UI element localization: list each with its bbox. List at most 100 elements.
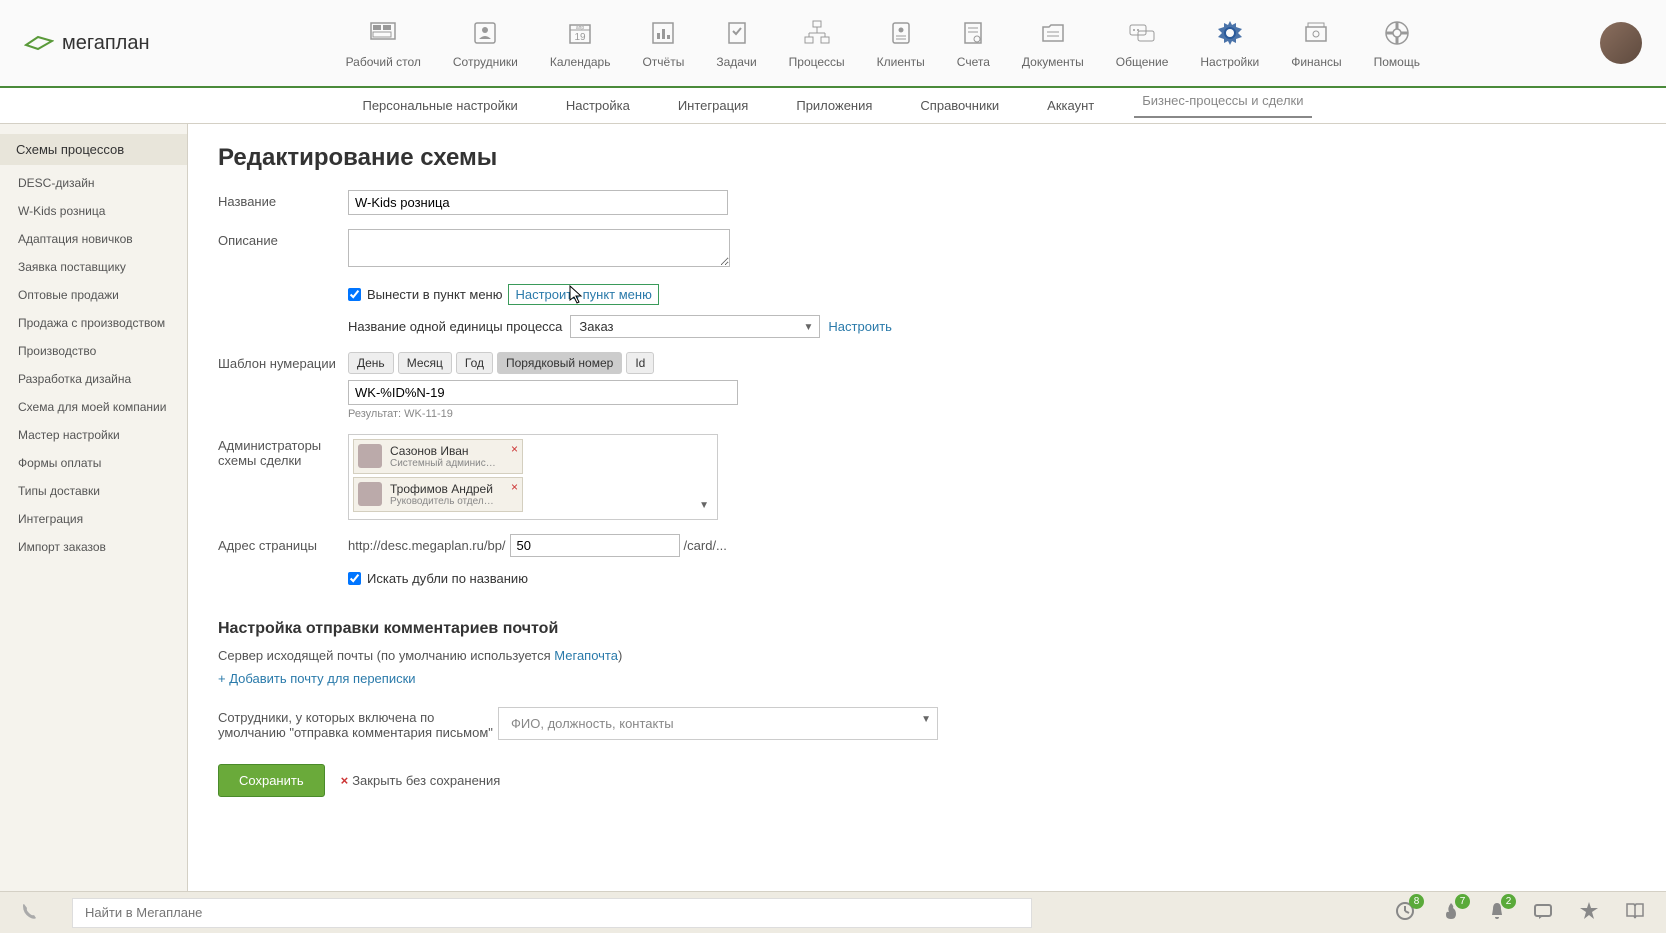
chip-month[interactable]: Месяц	[398, 352, 452, 374]
nav-help[interactable]: Помощь	[1358, 17, 1436, 69]
search-input[interactable]	[73, 899, 1031, 926]
menu-checkbox-label: Вынести в пункт меню	[367, 287, 502, 302]
sidebar-item-integration[interactable]: Интеграция	[0, 505, 187, 533]
remove-admin-icon[interactable]: ×	[511, 442, 518, 456]
nav-accounts[interactable]: Счета	[941, 17, 1006, 69]
clients-icon	[885, 17, 917, 49]
megamail-link[interactable]: Мегапочта	[554, 648, 618, 663]
user-avatar[interactable]	[1600, 22, 1642, 64]
subnav-account[interactable]: Аккаунт	[1039, 98, 1102, 113]
sidebar-item-payment[interactable]: Формы оплаты	[0, 449, 187, 477]
close-icon: ×	[341, 773, 349, 788]
sidebar-item-desc[interactable]: DESC-дизайн	[0, 169, 187, 197]
sidebar-item-company[interactable]: Схема для моей компании	[0, 393, 187, 421]
add-mail-link[interactable]: + Добавить почту для переписки	[218, 671, 1636, 686]
admin-name: Сазонов Иван	[390, 444, 498, 458]
nav-settings[interactable]: Настройки	[1184, 17, 1275, 69]
unit-select[interactable]: Заказ▼	[570, 315, 820, 338]
menu-config-link[interactable]: Настроить пункт меню	[508, 284, 658, 305]
topbar: мегаплан Рабочий стол Сотрудники 19апрКа…	[0, 0, 1666, 88]
numbering-input[interactable]	[348, 380, 738, 405]
desc-textarea[interactable]	[348, 229, 730, 267]
svg-text:19: 19	[575, 32, 587, 43]
finance-icon	[1300, 17, 1332, 49]
logo-text: мегаплан	[62, 32, 150, 55]
nav-documents[interactable]: Документы	[1006, 17, 1100, 69]
remove-admin-icon[interactable]: ×	[511, 480, 518, 494]
admins-box[interactable]: Сазонов Иван Системный администратор × Т…	[348, 434, 718, 520]
fire-icon[interactable]: 7	[1440, 900, 1462, 925]
numbering-result: Результат: WK-11-19	[348, 408, 988, 420]
subnav-setup[interactable]: Настройка	[558, 98, 638, 113]
url-prefix: http://desc.megaplan.ru/bp/	[348, 538, 506, 553]
admin-item: Трофимов Андрей Руководитель отдела пр..…	[353, 477, 523, 512]
desktop-icon	[367, 17, 399, 49]
subnav-bp-deals[interactable]: Бизнес-процессы и сделки	[1134, 93, 1311, 118]
sidebar-item-wizard[interactable]: Мастер настройки	[0, 421, 187, 449]
bottombar: 8 7 2	[0, 891, 1666, 933]
sidebar-item-wholesale[interactable]: Оптовые продажи	[0, 281, 187, 309]
nav-processes[interactable]: Процессы	[773, 17, 861, 69]
processes-icon	[801, 17, 833, 49]
avatar-icon	[358, 444, 382, 468]
book-icon[interactable]	[1624, 900, 1646, 925]
subnav-directories[interactable]: Справочники	[912, 98, 1007, 113]
chip-id[interactable]: Id	[626, 352, 654, 374]
employees-select[interactable]: ФИО, должность, контакты ▼	[498, 707, 938, 740]
logo[interactable]: мегаплан	[24, 32, 150, 55]
url-input[interactable]	[510, 534, 680, 557]
chip-year[interactable]: Год	[456, 352, 493, 374]
dupes-checkbox[interactable]	[348, 572, 361, 585]
bell-icon[interactable]: 2	[1486, 900, 1508, 925]
sidebar-item-supplier[interactable]: Заявка поставщику	[0, 253, 187, 281]
mail-section-title: Настройка отправки комментариев почтой	[218, 620, 1636, 638]
nav-finance[interactable]: Финансы	[1275, 17, 1357, 69]
sidebar-item-wkids[interactable]: W-Kids розница	[0, 197, 187, 225]
calendar-icon: 19апр	[564, 17, 596, 49]
chevron-down-icon: ▼	[804, 322, 814, 333]
badge: 8	[1409, 894, 1424, 909]
phone-icon[interactable]	[20, 901, 40, 924]
employees-icon	[469, 17, 501, 49]
sidebar-item-delivery[interactable]: Типы доставки	[0, 477, 187, 505]
message-icon[interactable]	[1532, 900, 1554, 925]
nav-calendar[interactable]: 19апрКалендарь	[534, 17, 627, 69]
badge: 7	[1455, 894, 1470, 909]
sidebar-item-design[interactable]: Разработка дизайна	[0, 365, 187, 393]
mail-server-text: Сервер исходящей почты (по умолчанию исп…	[218, 648, 1636, 663]
badge: 2	[1501, 894, 1516, 909]
cancel-button[interactable]: × Закрыть без сохранения	[341, 773, 501, 788]
subnav-apps[interactable]: Приложения	[788, 98, 880, 113]
chip-seq[interactable]: Порядковый номер	[497, 352, 622, 374]
sidebar-item-import[interactable]: Импорт заказов	[0, 533, 187, 561]
numbering-label: Шаблон нумерации	[218, 352, 348, 371]
star-icon[interactable]	[1578, 900, 1600, 925]
clock-icon[interactable]: 8	[1394, 900, 1416, 925]
name-label: Название	[218, 190, 348, 209]
logo-icon	[24, 33, 54, 53]
employees-label: Сотрудники, у которых включена по умолча…	[218, 706, 498, 740]
menu-checkbox[interactable]	[348, 288, 361, 301]
nav-reports[interactable]: Отчёты	[626, 17, 700, 69]
nav-employees[interactable]: Сотрудники	[437, 17, 534, 69]
save-button[interactable]: Сохранить	[218, 764, 325, 797]
sidebar-item-prodsale[interactable]: Продажа с производством	[0, 309, 187, 337]
nav-desktop[interactable]: Рабочий стол	[330, 17, 437, 69]
sidebar-item-production[interactable]: Производство	[0, 337, 187, 365]
main-content: Редактирование схемы Название Описание В…	[188, 124, 1666, 891]
subnav-integration[interactable]: Интеграция	[670, 98, 757, 113]
sidebar-group-schemes[interactable]: Схемы процессов	[0, 134, 187, 165]
subnav-personal[interactable]: Персональные настройки	[354, 98, 525, 113]
global-search[interactable]	[72, 898, 1032, 928]
chip-day[interactable]: День	[348, 352, 394, 374]
chevron-down-icon[interactable]: ▼	[699, 500, 709, 511]
name-input[interactable]	[348, 190, 728, 215]
nav-tasks[interactable]: Задачи	[700, 17, 772, 69]
sidebar-item-adapt[interactable]: Адаптация новичков	[0, 225, 187, 253]
chevron-down-icon: ▼	[921, 714, 931, 725]
nav-communication[interactable]: Общение	[1100, 17, 1185, 69]
dupes-label: Искать дубли по названию	[367, 571, 528, 586]
admin-role: Руководитель отдела пр...	[390, 496, 498, 507]
nav-clients[interactable]: Клиенты	[861, 17, 941, 69]
unit-config-link[interactable]: Настроить	[828, 319, 892, 334]
